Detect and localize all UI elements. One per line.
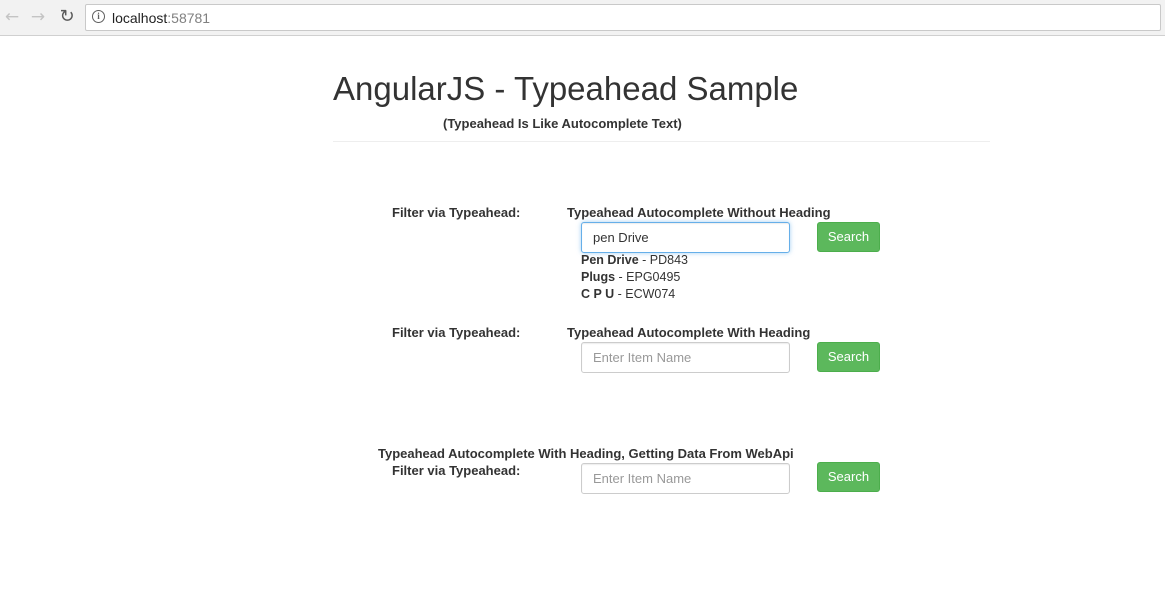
section1-heading: Typeahead Autocomplete Without Heading: [567, 205, 831, 220]
section3-filter-label: Filter via Typeahead:: [392, 463, 521, 478]
browser-toolbar: ← → ↻ i localhost:58781: [0, 0, 1165, 36]
suggestion-code: ECW074: [625, 287, 676, 301]
suggestion-code: PD843: [649, 253, 689, 267]
suggestion-name: C P U: [581, 287, 615, 301]
typeahead-suggestions: Pen Drive - PD843 Plugs - EPG0495 C P U …: [581, 252, 688, 303]
info-icon[interactable]: i: [92, 10, 105, 23]
section3-heading: Typeahead Autocomplete With Heading, Get…: [378, 446, 794, 461]
section1-typeahead-input[interactable]: [581, 222, 790, 253]
suggestion-item[interactable]: Pen Drive - PD843: [581, 252, 688, 269]
section3-search-button[interactable]: Search: [817, 462, 880, 492]
reload-icon[interactable]: ↻: [57, 7, 77, 27]
page-subtitle: (Typeahead Is Like Autocomplete Text): [443, 116, 682, 131]
suggestion-code: EPG0495: [626, 270, 681, 284]
section2-filter-label: Filter via Typeahead:: [392, 325, 521, 340]
section2-typeahead-input[interactable]: [581, 342, 790, 373]
header-divider: [333, 141, 990, 142]
suggestion-name: Plugs: [581, 270, 616, 284]
url-text[interactable]: localhost:58781: [112, 10, 210, 26]
url-port: :58781: [167, 10, 211, 26]
back-arrow-icon[interactable]: ←: [2, 7, 22, 27]
section1-filter-label: Filter via Typeahead:: [392, 205, 521, 220]
forward-arrow-icon[interactable]: →: [28, 7, 48, 27]
url-host: localhost: [112, 10, 168, 26]
section2-heading: Typeahead Autocomplete With Heading: [567, 325, 811, 340]
suggestion-item[interactable]: C P U - ECW074: [581, 286, 688, 303]
suggestion-item[interactable]: Plugs - EPG0495: [581, 269, 688, 286]
section3-typeahead-input[interactable]: [581, 463, 790, 494]
page-title: AngularJS - Typeahead Sample: [333, 70, 799, 107]
suggestion-name: Pen Drive: [581, 253, 639, 267]
address-bar[interactable]: i localhost:58781: [85, 4, 1161, 31]
section1-search-button[interactable]: Search: [817, 222, 880, 252]
section2-search-button[interactable]: Search: [817, 342, 880, 372]
